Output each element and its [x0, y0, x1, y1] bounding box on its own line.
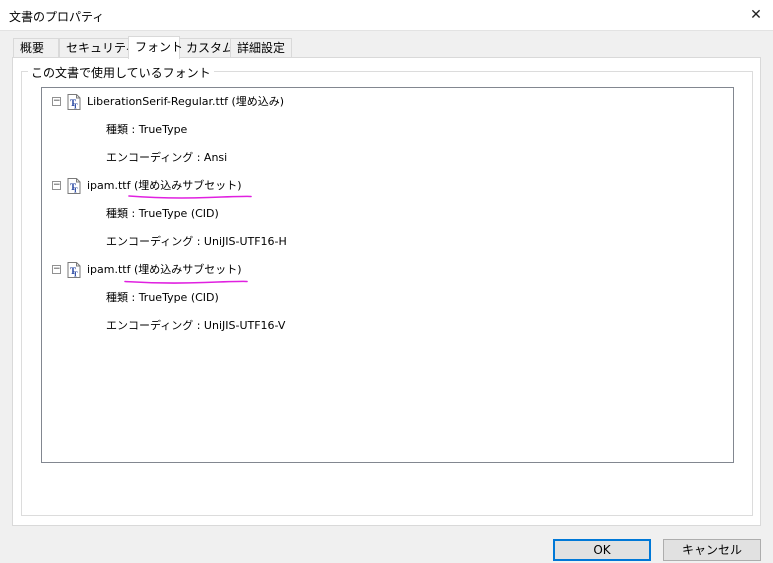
- font-type: 種類 : TrueType: [106, 123, 188, 136]
- truetype-font-icon: T T: [67, 94, 81, 110]
- group-label: この文書で使用しているフォント: [28, 64, 214, 81]
- truetype-font-icon: T T: [67, 262, 81, 278]
- font-tree[interactable]: − T T LiberationSerif-Regular.ttf (埋め込み)…: [41, 87, 734, 463]
- title-bar: 文書のプロパティ ✕: [0, 0, 773, 31]
- svg-text:T: T: [73, 187, 78, 195]
- close-icon[interactable]: ✕: [739, 0, 773, 30]
- tab-custom[interactable]: カスタム: [179, 38, 235, 58]
- window-title: 文書のプロパティ: [9, 10, 105, 24]
- font-encoding: エンコーディング : UniJIS-UTF16-V: [106, 319, 286, 332]
- highlight-underline: [124, 280, 248, 284]
- font-name: LiberationSerif-Regular.ttf (埋め込み): [87, 95, 285, 108]
- font-name: ipam.ttf (埋め込みサブセット): [87, 263, 242, 276]
- tab-label: カスタム: [186, 41, 235, 55]
- tab-label: 概要: [20, 41, 45, 55]
- fonts-group-box: この文書で使用しているフォント − T T LiberationSerif-Re…: [21, 64, 753, 516]
- svg-text:T: T: [73, 271, 78, 279]
- font-type: 種類 : TrueType (CID): [106, 207, 219, 220]
- minus-box-icon[interactable]: −: [52, 181, 61, 190]
- font-encoding: エンコーディング : Ansi: [106, 151, 228, 164]
- tab-label: セキュリティ: [66, 41, 138, 55]
- tab-security[interactable]: セキュリティ: [59, 38, 137, 58]
- ok-button[interactable]: OK: [553, 539, 651, 561]
- fonts-tab-panel: この文書で使用しているフォント − T T LiberationSerif-Re…: [12, 57, 761, 526]
- tab-label: フォント: [135, 40, 184, 54]
- minus-box-icon[interactable]: −: [52, 97, 61, 106]
- tab-summary[interactable]: 概要: [13, 38, 59, 58]
- minus-box-icon[interactable]: −: [52, 265, 61, 274]
- tab-label: 詳細設定: [237, 41, 286, 55]
- font-type: 種類 : TrueType (CID): [106, 291, 219, 304]
- font-name: ipam.ttf (埋め込みサブセット): [87, 179, 242, 192]
- truetype-font-icon: T T: [67, 178, 81, 194]
- cancel-button[interactable]: キャンセル: [663, 539, 761, 561]
- svg-text:T: T: [73, 103, 78, 111]
- highlight-underline: [128, 195, 252, 199]
- tab-advanced[interactable]: 詳細設定: [230, 38, 292, 58]
- tab-fonts[interactable]: フォント: [128, 36, 184, 59]
- font-encoding: エンコーディング : UniJIS-UTF16-H: [106, 235, 287, 248]
